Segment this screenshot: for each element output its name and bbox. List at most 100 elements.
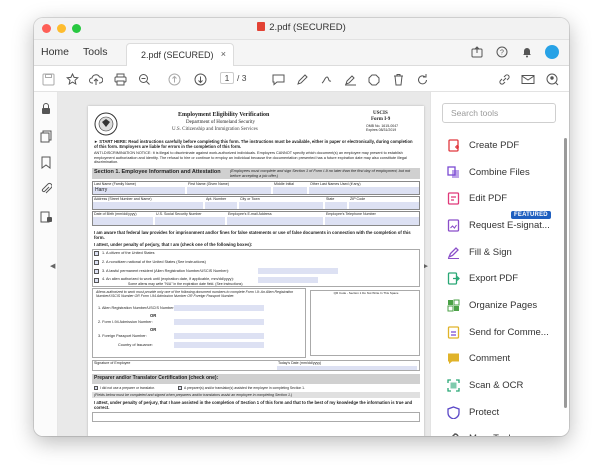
page-thumbnails-icon[interactable] bbox=[39, 129, 53, 143]
zip-label: ZIP Code bbox=[350, 197, 366, 201]
bookmark-star-icon[interactable] bbox=[64, 71, 80, 87]
notification-bell-icon[interactable] bbox=[520, 45, 534, 59]
zip-field[interactable] bbox=[349, 202, 419, 209]
stamp-icon[interactable] bbox=[366, 71, 382, 87]
other-names-field[interactable] bbox=[309, 187, 419, 194]
i94-field[interactable] bbox=[174, 319, 264, 325]
export-pdf-icon bbox=[447, 272, 460, 285]
state-field[interactable] bbox=[325, 202, 347, 209]
aware-text: I am aware that federal law provides for… bbox=[94, 230, 411, 241]
tool-scan-ocr[interactable]: Scan & OCR bbox=[431, 372, 561, 399]
tool-label: Create PDF bbox=[469, 139, 520, 151]
no-preparer-checkbox[interactable] bbox=[94, 386, 98, 390]
tool-request-esign[interactable]: Request E-signat... FEATURED bbox=[431, 211, 561, 239]
country-label: Country of Issuance: bbox=[118, 343, 153, 347]
search-user-icon[interactable] bbox=[544, 71, 560, 87]
today-date-field[interactable] bbox=[277, 366, 417, 370]
page-total: / 3 bbox=[237, 73, 247, 83]
organize-pages-icon bbox=[447, 299, 460, 312]
highlight-pen-icon[interactable] bbox=[294, 71, 310, 87]
tool-organize-pages[interactable]: Organize Pages bbox=[431, 292, 561, 319]
combine-files-icon bbox=[447, 165, 459, 178]
user-avatar[interactable] bbox=[545, 45, 559, 59]
noncitizen-checkbox[interactable] bbox=[94, 260, 99, 265]
tab-document[interactable]: 2.pdf (SECURED) × bbox=[126, 43, 234, 66]
tool-more-tools[interactable]: More Tools bbox=[431, 426, 561, 436]
dob-field[interactable] bbox=[93, 217, 153, 225]
collapse-left-panel-icon[interactable]: ◀ bbox=[50, 262, 55, 270]
tool-label: Export PDF bbox=[469, 273, 519, 285]
next-page-icon[interactable] bbox=[192, 71, 208, 87]
email-label: Employee's E-mail Address bbox=[228, 212, 272, 216]
preparer-title: Preparer and/or Translator Certification… bbox=[94, 375, 219, 381]
qr-code-box bbox=[310, 290, 420, 356]
tool-send-comment[interactable]: Send for Comme... bbox=[431, 319, 561, 346]
email-icon[interactable] bbox=[520, 71, 536, 87]
pdf-page: Employment Eligibility Verification Depa… bbox=[88, 106, 424, 436]
apt-field[interactable] bbox=[205, 202, 237, 209]
save-icon[interactable] bbox=[40, 71, 56, 87]
tools-panel-scrollbar[interactable] bbox=[564, 138, 567, 408]
help-icon[interactable]: ? bbox=[495, 45, 509, 59]
fill-sign-icon bbox=[447, 246, 459, 259]
resident-number-field[interactable] bbox=[258, 268, 338, 274]
draw-icon[interactable] bbox=[318, 71, 334, 87]
print-icon[interactable] bbox=[112, 71, 128, 87]
tool-combine-files[interactable]: Combine Files bbox=[431, 159, 561, 186]
tool-create-pdf[interactable]: Create PDF bbox=[431, 132, 561, 159]
citizen-checkbox[interactable] bbox=[94, 251, 99, 256]
featured-badge: FEATURED bbox=[511, 211, 551, 220]
bookmarks-icon[interactable] bbox=[39, 155, 53, 169]
section1-note: (Employees must complete and sign Sectio… bbox=[230, 169, 411, 178]
send-comment-icon bbox=[447, 326, 460, 339]
tool-label: Organize Pages bbox=[469, 299, 538, 311]
more-tools-icon bbox=[452, 433, 459, 436]
tool-edit-pdf[interactable]: Edit PDF bbox=[431, 185, 561, 212]
attachments-icon[interactable] bbox=[39, 181, 53, 195]
ssn-field[interactable] bbox=[155, 217, 225, 225]
expiration-date-field[interactable] bbox=[258, 277, 318, 283]
lock-icon[interactable] bbox=[39, 101, 53, 115]
resident-checkbox[interactable] bbox=[94, 269, 99, 274]
tool-label: Comment bbox=[469, 353, 511, 365]
search-tools-input[interactable]: Search tools bbox=[442, 103, 556, 123]
option-noncitizen: 2. A noncitizen national of the United S… bbox=[102, 260, 206, 264]
section1-title: Section 1. Employee Information and Atte… bbox=[94, 169, 221, 175]
email-field[interactable] bbox=[227, 217, 323, 225]
rotate-icon[interactable] bbox=[414, 71, 430, 87]
tab-tools[interactable]: Tools bbox=[83, 46, 108, 58]
alien-number-field[interactable] bbox=[174, 305, 264, 311]
page-number-input[interactable]: 1 bbox=[220, 72, 234, 84]
window-title: 2.pdf (SECURED) bbox=[34, 22, 569, 33]
tool-protect[interactable]: Protect bbox=[431, 399, 561, 426]
document-viewport[interactable]: ▶ Employment Eligibility Verification De… bbox=[58, 92, 430, 436]
link-icon[interactable] bbox=[496, 71, 512, 87]
previous-page-icon[interactable] bbox=[166, 71, 182, 87]
tool-comment[interactable]: Comment bbox=[431, 346, 561, 373]
tool-export-pdf[interactable]: Export PDF bbox=[431, 265, 561, 292]
add-comment-icon[interactable] bbox=[270, 71, 286, 87]
phone-field[interactable] bbox=[325, 217, 419, 225]
middle-initial-field[interactable] bbox=[273, 187, 307, 194]
tab-home[interactable]: Home bbox=[41, 46, 69, 58]
dhs-seal-icon bbox=[94, 112, 118, 136]
form-dept: Department of Homeland Security bbox=[186, 120, 256, 125]
first-name-field[interactable] bbox=[187, 187, 271, 194]
country-field[interactable] bbox=[174, 342, 264, 348]
left-navigation-rail: ◀ bbox=[34, 92, 58, 436]
delete-icon[interactable] bbox=[390, 71, 406, 87]
address-field[interactable] bbox=[93, 202, 203, 209]
close-tab-icon[interactable]: × bbox=[221, 49, 226, 59]
tool-fill-sign[interactable]: Fill & Sign bbox=[431, 239, 561, 266]
security-settings-icon[interactable] bbox=[39, 209, 53, 223]
form-expires: Expires 08/31/2019 bbox=[366, 128, 397, 132]
passport-field[interactable] bbox=[174, 333, 264, 339]
city-field[interactable] bbox=[239, 202, 323, 209]
share-icon[interactable] bbox=[470, 45, 484, 59]
zoom-out-icon[interactable] bbox=[136, 71, 152, 87]
upload-cloud-icon[interactable] bbox=[88, 71, 104, 87]
sign-icon[interactable] bbox=[342, 71, 358, 87]
alien-checkbox[interactable] bbox=[94, 278, 99, 283]
preparer-assisted-checkbox[interactable] bbox=[178, 386, 182, 390]
qr-note: QR Code - Section 1 Do Not Write In This… bbox=[333, 291, 399, 295]
